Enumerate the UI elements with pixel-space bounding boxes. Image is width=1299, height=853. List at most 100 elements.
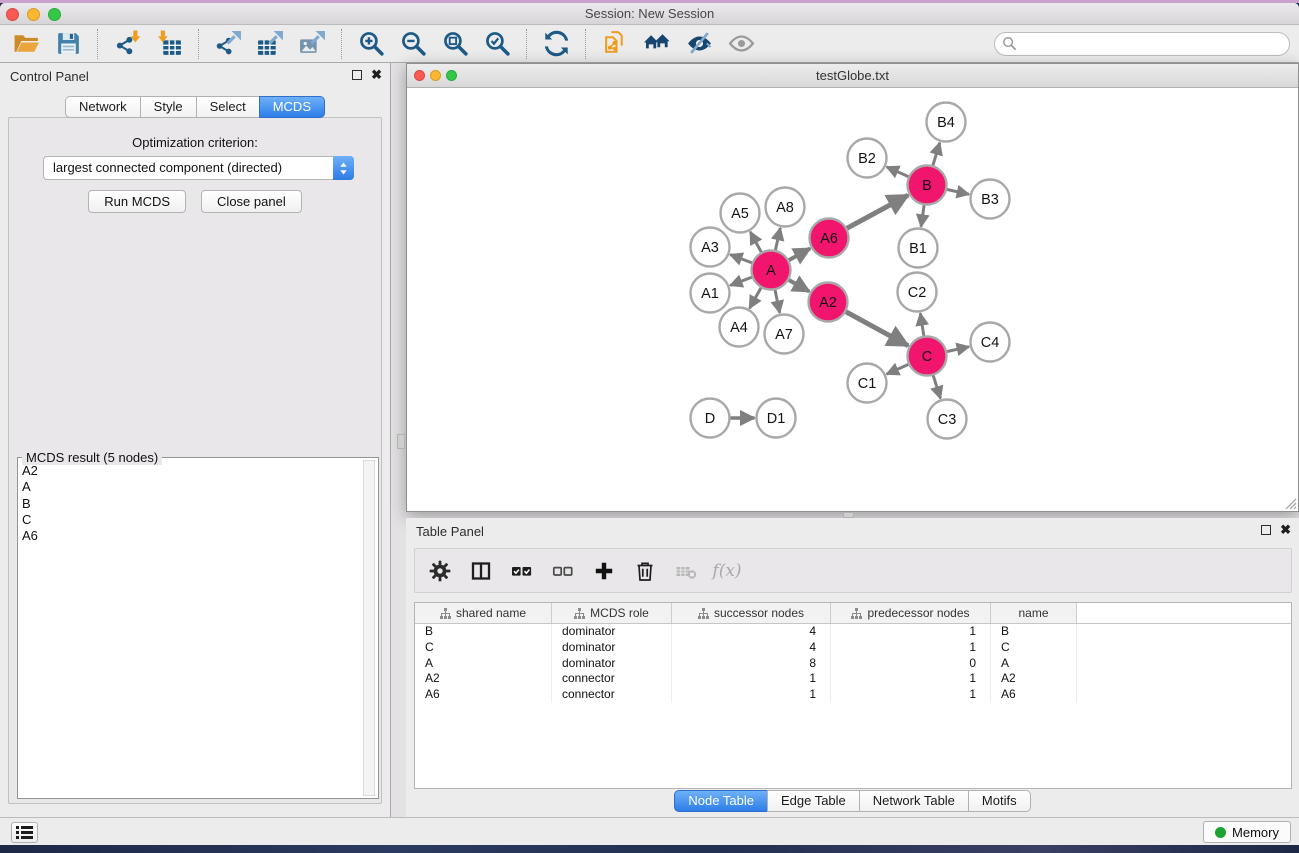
table-cell[interactable]: 1	[831, 687, 991, 703]
graph-edge-B-B1[interactable]	[921, 204, 924, 226]
graph-edge-C-C3[interactable]	[933, 375, 941, 399]
graph-edge-A-A7[interactable]	[775, 289, 780, 313]
export-table-button[interactable]	[252, 27, 288, 61]
table-cell[interactable]: dominator	[552, 640, 672, 656]
run-mcds-button[interactable]: Run MCDS	[88, 190, 186, 213]
graph-edge-B-B2[interactable]	[887, 167, 910, 177]
graph-edge-A-A8[interactable]	[775, 228, 780, 251]
table-cell[interactable]: 4	[672, 640, 831, 656]
table-cell[interactable]: C	[991, 640, 1077, 656]
resize-grip-icon[interactable]	[1283, 496, 1297, 510]
criterion-select[interactable]: largest connected component (directed)	[43, 156, 354, 180]
export-network-button[interactable]	[210, 27, 246, 61]
table-row[interactable]: A2connector11A2	[415, 671, 1291, 687]
graph-node-A4[interactable]: A4	[720, 308, 759, 347]
task-history-button[interactable]	[11, 822, 38, 843]
graph-node-B3[interactable]: B3	[971, 180, 1010, 219]
graph-node-A8[interactable]: A8	[766, 188, 805, 227]
graph-edge-A2-C[interactable]	[845, 311, 908, 345]
column-header-shared-name[interactable]: shared name	[415, 603, 552, 623]
table-cell[interactable]: A	[415, 656, 552, 672]
table-cell[interactable]: 1	[831, 624, 991, 640]
open-session-button[interactable]	[8, 27, 44, 61]
main-titlebar[interactable]: Session: New Session	[0, 3, 1299, 25]
column-header-name[interactable]: name	[991, 603, 1077, 623]
table-cell[interactable]: B	[415, 624, 552, 640]
graph-edge-C-C1[interactable]	[887, 364, 910, 374]
graph-edge-B-B4[interactable]	[933, 143, 940, 167]
mcds-result-item[interactable]: A	[22, 479, 362, 495]
zoom-selected-button[interactable]	[479, 27, 515, 61]
graph-edge-B-B3[interactable]	[946, 189, 969, 194]
zoom-in-button[interactable]	[353, 27, 389, 61]
table-cell[interactable]: B	[991, 624, 1077, 640]
table-row[interactable]: Cdominator41C	[415, 640, 1291, 656]
zoom-out-button[interactable]	[395, 27, 431, 61]
float-table-panel-icon[interactable]	[1261, 525, 1271, 535]
graph-edge-A-A1[interactable]	[730, 277, 753, 286]
zoom-fit-button[interactable]	[437, 27, 473, 61]
network-canvas[interactable]: B4B2BB3B1A5A8A3A6AA1A4A7A2C2CC4C1C3DD1	[407, 88, 1298, 511]
graph-node-A5[interactable]: A5	[721, 194, 760, 233]
table-row[interactable]: Adominator80A	[415, 656, 1291, 672]
result-list-scrollbar[interactable]	[363, 460, 375, 796]
search-input[interactable]	[994, 32, 1290, 56]
table-cell[interactable]: connector	[552, 671, 672, 687]
tab-network[interactable]: Network	[65, 96, 141, 118]
table-row[interactable]: A6connector11A6	[415, 687, 1291, 703]
graph-node-C3[interactable]: C3	[928, 400, 967, 439]
graph-edge-C-C4[interactable]	[946, 347, 969, 352]
memory-button[interactable]: Memory	[1203, 821, 1291, 843]
save-session-button[interactable]	[50, 27, 86, 61]
table-cell[interactable]: 1	[672, 671, 831, 687]
table-cell[interactable]: 4	[672, 624, 831, 640]
column-header-successor-nodes[interactable]: successor nodes	[672, 603, 831, 623]
mcds-result-item[interactable]: C	[22, 512, 362, 528]
graph-node-D1[interactable]: D1	[757, 399, 796, 438]
mcds-result-item[interactable]: A2	[22, 463, 362, 479]
tab-mcds[interactable]: MCDS	[259, 96, 325, 118]
graph-node-A6[interactable]: A6	[810, 219, 849, 258]
graph-node-A7[interactable]: A7	[765, 315, 804, 354]
table-tab-node-table[interactable]: Node Table	[674, 790, 768, 812]
import-network-button[interactable]	[109, 27, 145, 61]
graph-node-B4[interactable]: B4	[927, 103, 966, 142]
table-cell[interactable]: A6	[415, 687, 552, 703]
graph-edge-A-A5[interactable]	[750, 232, 761, 253]
tab-style[interactable]: Style	[140, 96, 197, 118]
close-table-panel-icon[interactable]: ✖	[1280, 524, 1291, 536]
column-header-MCDS-role[interactable]: MCDS role	[552, 603, 672, 623]
graph-node-A1[interactable]: A1	[691, 274, 730, 313]
close-panel-icon[interactable]: ✖	[371, 69, 382, 81]
graph-edge-A-A6[interactable]	[788, 248, 810, 260]
vertical-splitter-handle[interactable]	[397, 434, 405, 449]
table-cell[interactable]: dominator	[552, 624, 672, 640]
new-network-from-file-button[interactable]	[597, 27, 633, 61]
graph-node-D[interactable]: D	[691, 399, 730, 438]
refresh-layout-button[interactable]	[538, 27, 574, 61]
graph-node-C2[interactable]: C2	[898, 273, 937, 312]
table-cell[interactable]: 8	[672, 656, 831, 672]
graph-node-B2[interactable]: B2	[848, 139, 887, 178]
graph-node-A[interactable]: A	[752, 251, 791, 290]
hide-graphics-details-button[interactable]	[681, 27, 717, 61]
add-row-button[interactable]	[592, 559, 616, 583]
table-cell[interactable]: connector	[552, 687, 672, 703]
graph-node-A2[interactable]: A2	[809, 283, 848, 322]
show-columns-button[interactable]	[469, 559, 493, 583]
import-table-button[interactable]	[151, 27, 187, 61]
table-tab-network-table[interactable]: Network Table	[859, 790, 969, 812]
network-graph[interactable]: B4B2BB3B1A5A8A3A6AA1A4A7A2C2CC4C1C3DD1	[407, 88, 1298, 511]
graph-node-B1[interactable]: B1	[899, 229, 938, 268]
table-cell[interactable]: 1	[831, 640, 991, 656]
table-cell[interactable]: dominator	[552, 656, 672, 672]
graph-edge-A6-B[interactable]	[846, 195, 908, 228]
table-cell[interactable]: 1	[831, 671, 991, 687]
mcds-result-item[interactable]: B	[22, 496, 362, 512]
graph-node-A3[interactable]: A3	[691, 228, 730, 267]
table-cell[interactable]: 1	[672, 687, 831, 703]
deselect-all-button[interactable]	[551, 559, 575, 583]
graph-node-C4[interactable]: C4	[971, 323, 1010, 362]
graph-edge-A-A4[interactable]	[750, 287, 762, 308]
tab-select[interactable]: Select	[196, 96, 260, 118]
